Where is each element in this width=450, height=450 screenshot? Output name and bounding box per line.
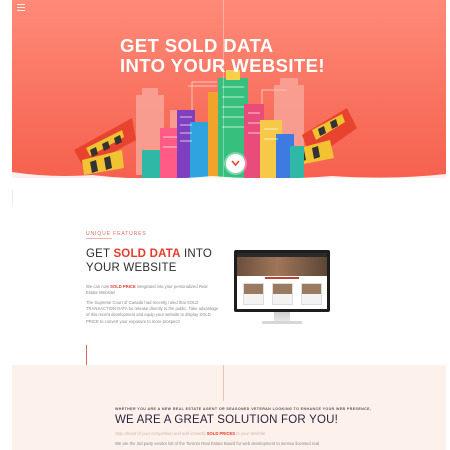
screen-heading	[265, 277, 299, 279]
screen-card	[243, 283, 264, 305]
features-title: GET SOLD DATA INTO YOUR WEBSITE	[86, 247, 236, 275]
sub-highlight: SOLD PRICES	[206, 431, 236, 436]
solution-title: WE ARE A GREAT SOLUTION FOR YOU!	[115, 414, 339, 426]
menu-icon[interactable]	[17, 4, 25, 11]
monitor-stand	[274, 312, 290, 321]
screen-hero-image	[237, 257, 327, 276]
sub-pre: Stay ahead of your competition and add i…	[115, 431, 207, 436]
sub-post: to your Website	[235, 431, 266, 436]
hero-title: GET SOLD DATA INTO YOUR WEBSITE!	[120, 36, 420, 76]
features-title-part1: GET	[86, 248, 114, 260]
features-title-highlight: SOLD DATA	[113, 248, 181, 260]
screen-card	[301, 283, 322, 305]
features-paragraph-2: The Supreme Court of Canada had recently…	[86, 300, 219, 324]
features-title-line2: YOUR WEBSITE	[86, 262, 177, 274]
screen-card	[272, 283, 293, 305]
solution-paragraph: We are the 3rd party vendor list of the …	[115, 441, 319, 446]
eyebrow-underline	[86, 238, 112, 239]
solution-subtitle: Stay ahead of your competition and add i…	[115, 431, 265, 436]
hero-center-rule	[223, 0, 224, 178]
hero-title-line-1: GET SOLD DATA	[120, 35, 274, 56]
solution-tagline: WHETHER YOU ARE A NEW REAL ESTATE AGENT …	[115, 407, 372, 411]
scroll-down-button[interactable]	[226, 154, 245, 173]
monitor-mockup	[234, 250, 330, 327]
hero-title-line-2: INTO YOUR WEBSITE!	[120, 55, 325, 76]
monitor-frame	[234, 250, 330, 312]
chevron-down-icon	[231, 160, 240, 167]
p1-highlight: SOLD PRICE	[110, 284, 136, 289]
features-eyebrow: UNIQUE FEATURES	[86, 231, 147, 237]
monitor-base	[262, 321, 302, 324]
features-paragraph-1: We can now SOLD PRICE integrated into yo…	[86, 284, 219, 296]
solution-center-rule	[223, 365, 224, 401]
hero-banner: GET SOLD DATA INTO YOUR WEBSITE!	[12, 0, 446, 190]
p1-pre: We can now	[86, 284, 111, 289]
monitor-screen	[237, 253, 327, 309]
features-title-part2: INTO	[180, 248, 213, 260]
